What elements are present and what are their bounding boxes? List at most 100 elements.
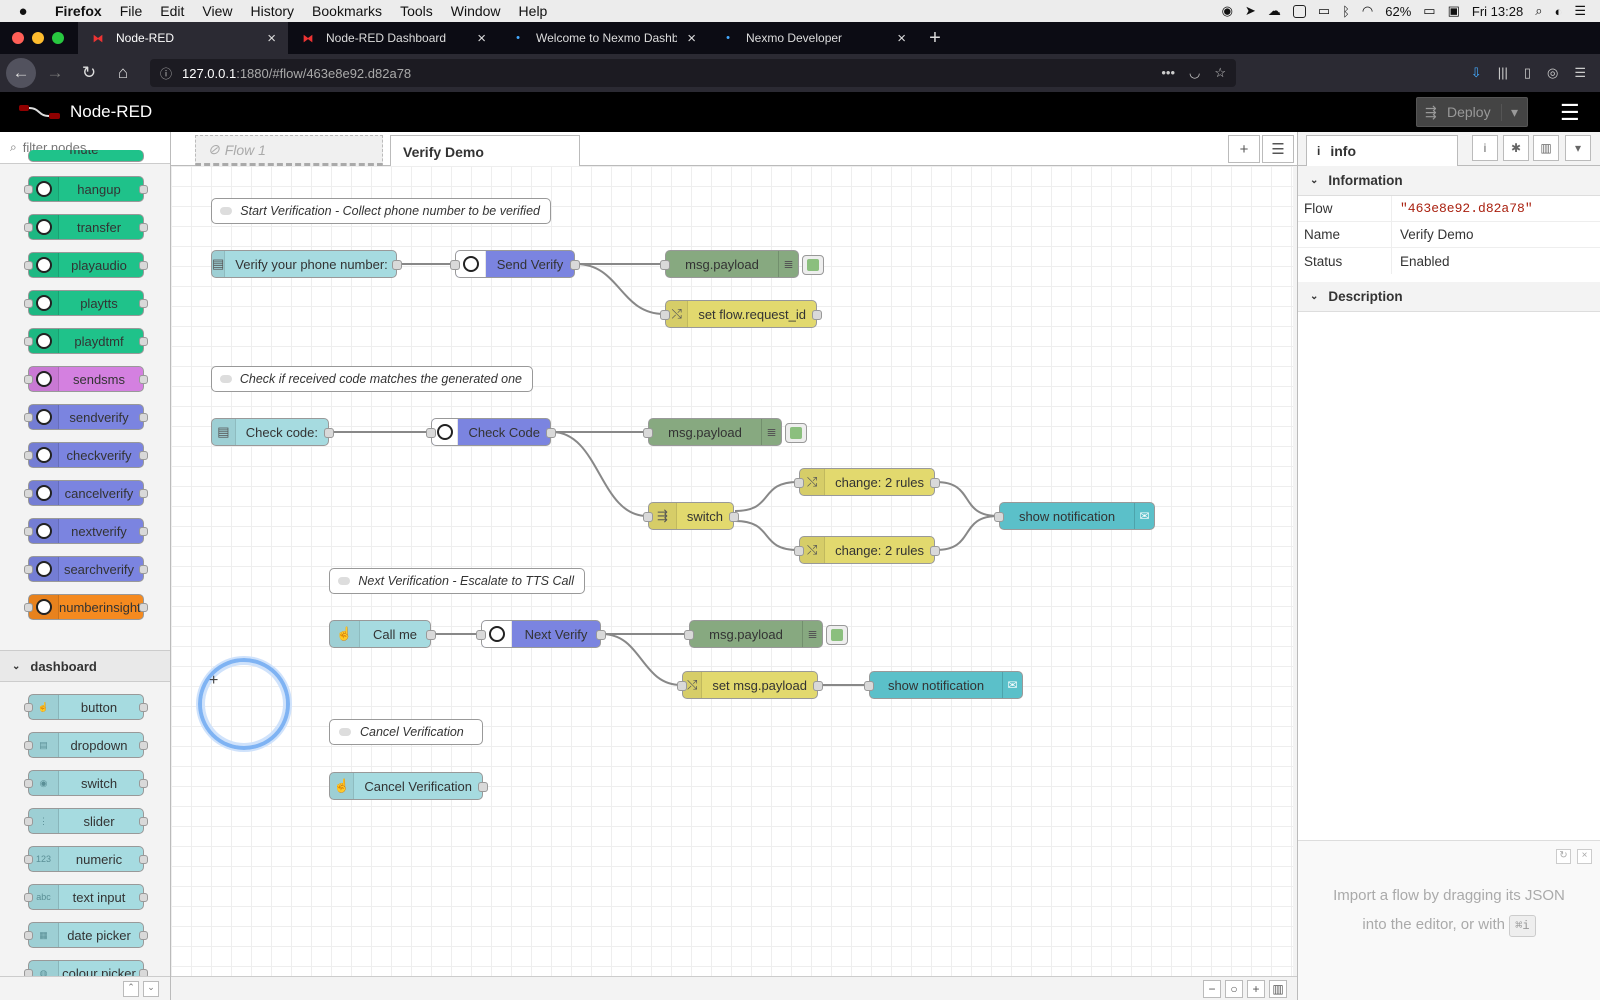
output-port[interactable] bbox=[570, 260, 580, 270]
new-tab-button[interactable]: + bbox=[918, 27, 952, 50]
apple-icon[interactable]: ● bbox=[0, 3, 46, 20]
close-tab-icon[interactable]: × bbox=[687, 30, 696, 47]
library-icon[interactable]: ||| bbox=[1498, 65, 1508, 81]
input-port[interactable] bbox=[24, 451, 33, 460]
url-bar[interactable]: ⓘ 127.0.0.1:1880/#flow/463e8e92.d82a78 •… bbox=[150, 59, 1236, 87]
input-port[interactable] bbox=[24, 489, 33, 498]
output-port[interactable] bbox=[139, 931, 148, 940]
close-window-button[interactable] bbox=[12, 32, 24, 44]
input-port[interactable] bbox=[660, 260, 670, 270]
add-flow-button[interactable]: + bbox=[1228, 135, 1260, 163]
debug-toggle-button[interactable] bbox=[802, 255, 824, 275]
siri-icon[interactable]: ◐ bbox=[1554, 4, 1562, 19]
input-port[interactable] bbox=[794, 478, 804, 488]
output-port[interactable] bbox=[139, 337, 148, 346]
palette-node-checkverify[interactable]: checkverify bbox=[24, 442, 148, 468]
browser-tab-nexmo-dashboard[interactable]: • Welcome to Nexmo Dashboard × bbox=[498, 22, 708, 54]
output-port[interactable] bbox=[139, 223, 148, 232]
browser-tab-node-red[interactable]: ⧓ Node-RED × bbox=[78, 22, 288, 54]
flow-wire[interactable] bbox=[551, 431, 648, 517]
close-tab-icon[interactable]: × bbox=[897, 30, 906, 47]
input-port[interactable] bbox=[24, 375, 33, 384]
bookmark-star-icon[interactable]: ☆ bbox=[1214, 65, 1226, 81]
input-port[interactable] bbox=[450, 260, 460, 270]
sidebar-toggle-icon[interactable]: ▯ bbox=[1524, 65, 1531, 81]
input-port[interactable] bbox=[426, 428, 436, 438]
input-port[interactable] bbox=[24, 223, 33, 232]
flow-node-debug[interactable]: msg.payload ≣ bbox=[660, 250, 824, 278]
input-port[interactable] bbox=[24, 741, 33, 750]
notification-center-icon[interactable]: ☰ bbox=[1574, 3, 1586, 19]
palette-node-playaudio[interactable]: playaudio bbox=[24, 252, 148, 278]
input-port[interactable] bbox=[643, 512, 653, 522]
output-port[interactable] bbox=[139, 413, 148, 422]
input-port[interactable] bbox=[643, 428, 653, 438]
flow-node-nexmo[interactable]: Next Verify bbox=[476, 620, 606, 648]
input-port[interactable] bbox=[24, 931, 33, 940]
output-port[interactable] bbox=[478, 782, 488, 792]
airplay-icon[interactable]: ▭ bbox=[1318, 3, 1330, 19]
site-info-icon[interactable]: ⓘ bbox=[160, 65, 176, 82]
menu-tools[interactable]: Tools bbox=[391, 3, 442, 19]
flow-wire[interactable] bbox=[734, 481, 799, 512]
reload-button[interactable]: ↻ bbox=[74, 58, 104, 88]
forward-button[interactable]: → bbox=[40, 58, 70, 88]
close-tab-icon[interactable]: × bbox=[267, 30, 276, 47]
account-icon[interactable]: ◎ bbox=[1547, 65, 1558, 81]
sidebar-menu-caret-icon[interactable]: ▾ bbox=[1565, 135, 1591, 161]
zoom-in-icon[interactable]: + bbox=[1247, 979, 1265, 998]
expand-all-icon[interactable]: ⌄ bbox=[143, 980, 159, 997]
input-port[interactable] bbox=[684, 630, 694, 640]
firefox-menu-icon[interactable]: ☰ bbox=[1574, 65, 1586, 81]
flow-node-notification[interactable]: show notification ✉ bbox=[994, 502, 1155, 530]
output-port[interactable] bbox=[139, 527, 148, 536]
back-button[interactable]: ← bbox=[6, 58, 36, 88]
palette-node-searchverify[interactable]: searchverify bbox=[24, 556, 148, 582]
downloads-icon[interactable]: ⇩ bbox=[1471, 65, 1482, 81]
input-port[interactable] bbox=[24, 855, 33, 864]
output-port[interactable] bbox=[139, 565, 148, 574]
input-port[interactable] bbox=[24, 703, 33, 712]
tab-flow-1[interactable]: ⊘ Flow 1 bbox=[195, 135, 383, 166]
palette-category-dashboard[interactable]: ⌄ dashboard bbox=[0, 650, 170, 682]
palette-node-nextverify[interactable]: nextverify bbox=[24, 518, 148, 544]
info-tab-icon[interactable]: i bbox=[1472, 135, 1498, 161]
input-port[interactable] bbox=[24, 893, 33, 902]
square-icon[interactable] bbox=[1292, 4, 1306, 18]
input-port[interactable] bbox=[994, 512, 1004, 522]
flow-node-nexmo[interactable]: Send Verify bbox=[450, 250, 580, 278]
output-port[interactable] bbox=[546, 428, 556, 438]
refresh-tip-icon[interactable]: ↻ bbox=[1556, 849, 1571, 864]
minimize-window-button[interactable] bbox=[32, 32, 44, 44]
home-button[interactable]: ⌂ bbox=[108, 58, 138, 88]
output-port[interactable] bbox=[324, 428, 334, 438]
deploy-button[interactable]: ⇶ Deploy ▾ bbox=[1416, 97, 1528, 127]
main-menu-icon[interactable]: ☰ bbox=[1560, 100, 1584, 126]
input-port[interactable] bbox=[794, 546, 804, 556]
output-port[interactable] bbox=[812, 310, 822, 320]
palette-node-numeric[interactable]: 123 numeric bbox=[24, 846, 148, 872]
output-port[interactable] bbox=[139, 741, 148, 750]
menu-file[interactable]: File bbox=[111, 3, 152, 19]
zoom-out-icon[interactable]: − bbox=[1203, 979, 1221, 998]
browser-tab-nexmo-developer[interactable]: • Nexmo Developer × bbox=[708, 22, 918, 54]
output-port[interactable] bbox=[139, 603, 148, 612]
flow-node-nexmo[interactable]: Check Code bbox=[426, 418, 556, 446]
output-port[interactable] bbox=[426, 630, 436, 640]
input-port[interactable] bbox=[24, 185, 33, 194]
zoom-reset-icon[interactable]: ○ bbox=[1225, 979, 1243, 998]
output-port[interactable] bbox=[930, 546, 940, 556]
palette-node-sendverify[interactable]: sendverify bbox=[24, 404, 148, 430]
output-port[interactable] bbox=[596, 630, 606, 640]
flow-node-button[interactable]: ☝ Cancel Verification bbox=[329, 772, 488, 800]
input-port[interactable] bbox=[24, 565, 33, 574]
palette-node-transfer[interactable]: transfer bbox=[24, 214, 148, 240]
output-port[interactable] bbox=[139, 261, 148, 270]
cloud-icon[interactable]: ☁ bbox=[1268, 3, 1281, 19]
flow-wire[interactable] bbox=[734, 520, 799, 551]
palette-node-playdtmf[interactable]: playdtmf bbox=[24, 328, 148, 354]
flow-comment[interactable]: Next Verification - Escalate to TTS Call bbox=[329, 568, 585, 594]
menu-view[interactable]: View bbox=[193, 3, 241, 19]
output-port[interactable] bbox=[139, 185, 148, 194]
battery-icon[interactable]: ▭ bbox=[1423, 3, 1435, 19]
